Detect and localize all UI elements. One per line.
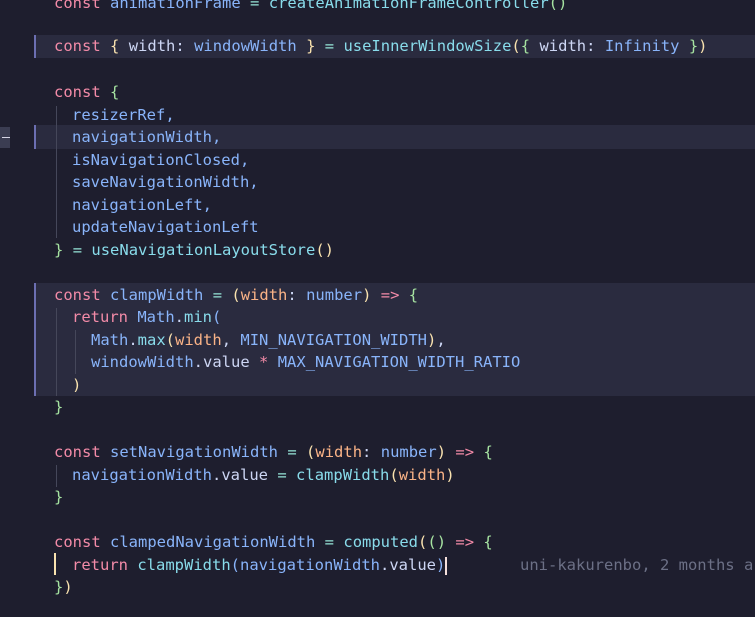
code-line: const setNavigationWidth = (width: numbe… xyxy=(54,443,493,461)
indent-guide xyxy=(56,308,57,396)
code-line: } xyxy=(54,398,64,416)
code-line: navigationWidth, xyxy=(72,128,222,146)
text-cursor xyxy=(445,556,448,575)
code-editor[interactable]: const animationFrame = createAnimationFr… xyxy=(0,0,755,617)
code-line: } xyxy=(54,488,64,506)
indent-guide xyxy=(75,330,76,374)
code-line: const animationFrame = createAnimationFr… xyxy=(54,0,568,12)
code-line: }) xyxy=(54,578,73,596)
code-line: updateNavigationLeft xyxy=(72,218,259,236)
code-line: const clampedNavigationWidth = computed(… xyxy=(54,533,493,551)
code-line: } = useNavigationLayoutStore() xyxy=(54,241,335,259)
code-line: resizerRef, xyxy=(72,106,175,124)
code-line: const { width: windowWidth } = useInnerW… xyxy=(54,37,708,55)
git-blame-annotation: uni-kakurenbo, 2 months a xyxy=(520,556,754,574)
code-line: ) xyxy=(72,376,82,394)
fold-marker-icon[interactable] xyxy=(0,127,10,148)
code-line: const { xyxy=(54,83,120,101)
code-line-current[interactable]: return clampWidth(navigationWidth.value) xyxy=(72,554,448,577)
indent-guide xyxy=(56,465,57,487)
indent-guide xyxy=(56,106,57,238)
code-line: navigationLeft, xyxy=(72,196,212,214)
code-line: saveNavigationWidth, xyxy=(72,173,259,191)
current-line-indicator xyxy=(54,553,56,575)
code-line: windowWidth.value * MAX_NAVIGATION_WIDTH… xyxy=(91,353,521,371)
code-line: const clampWidth = (width: number) => { xyxy=(54,286,419,304)
code-line: isNavigationClosed, xyxy=(72,151,250,169)
code-line: Math.max(width, MIN_NAVIGATION_WIDTH), xyxy=(91,331,446,349)
code-line: return Math.min( xyxy=(72,308,222,326)
code-line: navigationWidth.value = clampWidth(width… xyxy=(72,466,455,484)
